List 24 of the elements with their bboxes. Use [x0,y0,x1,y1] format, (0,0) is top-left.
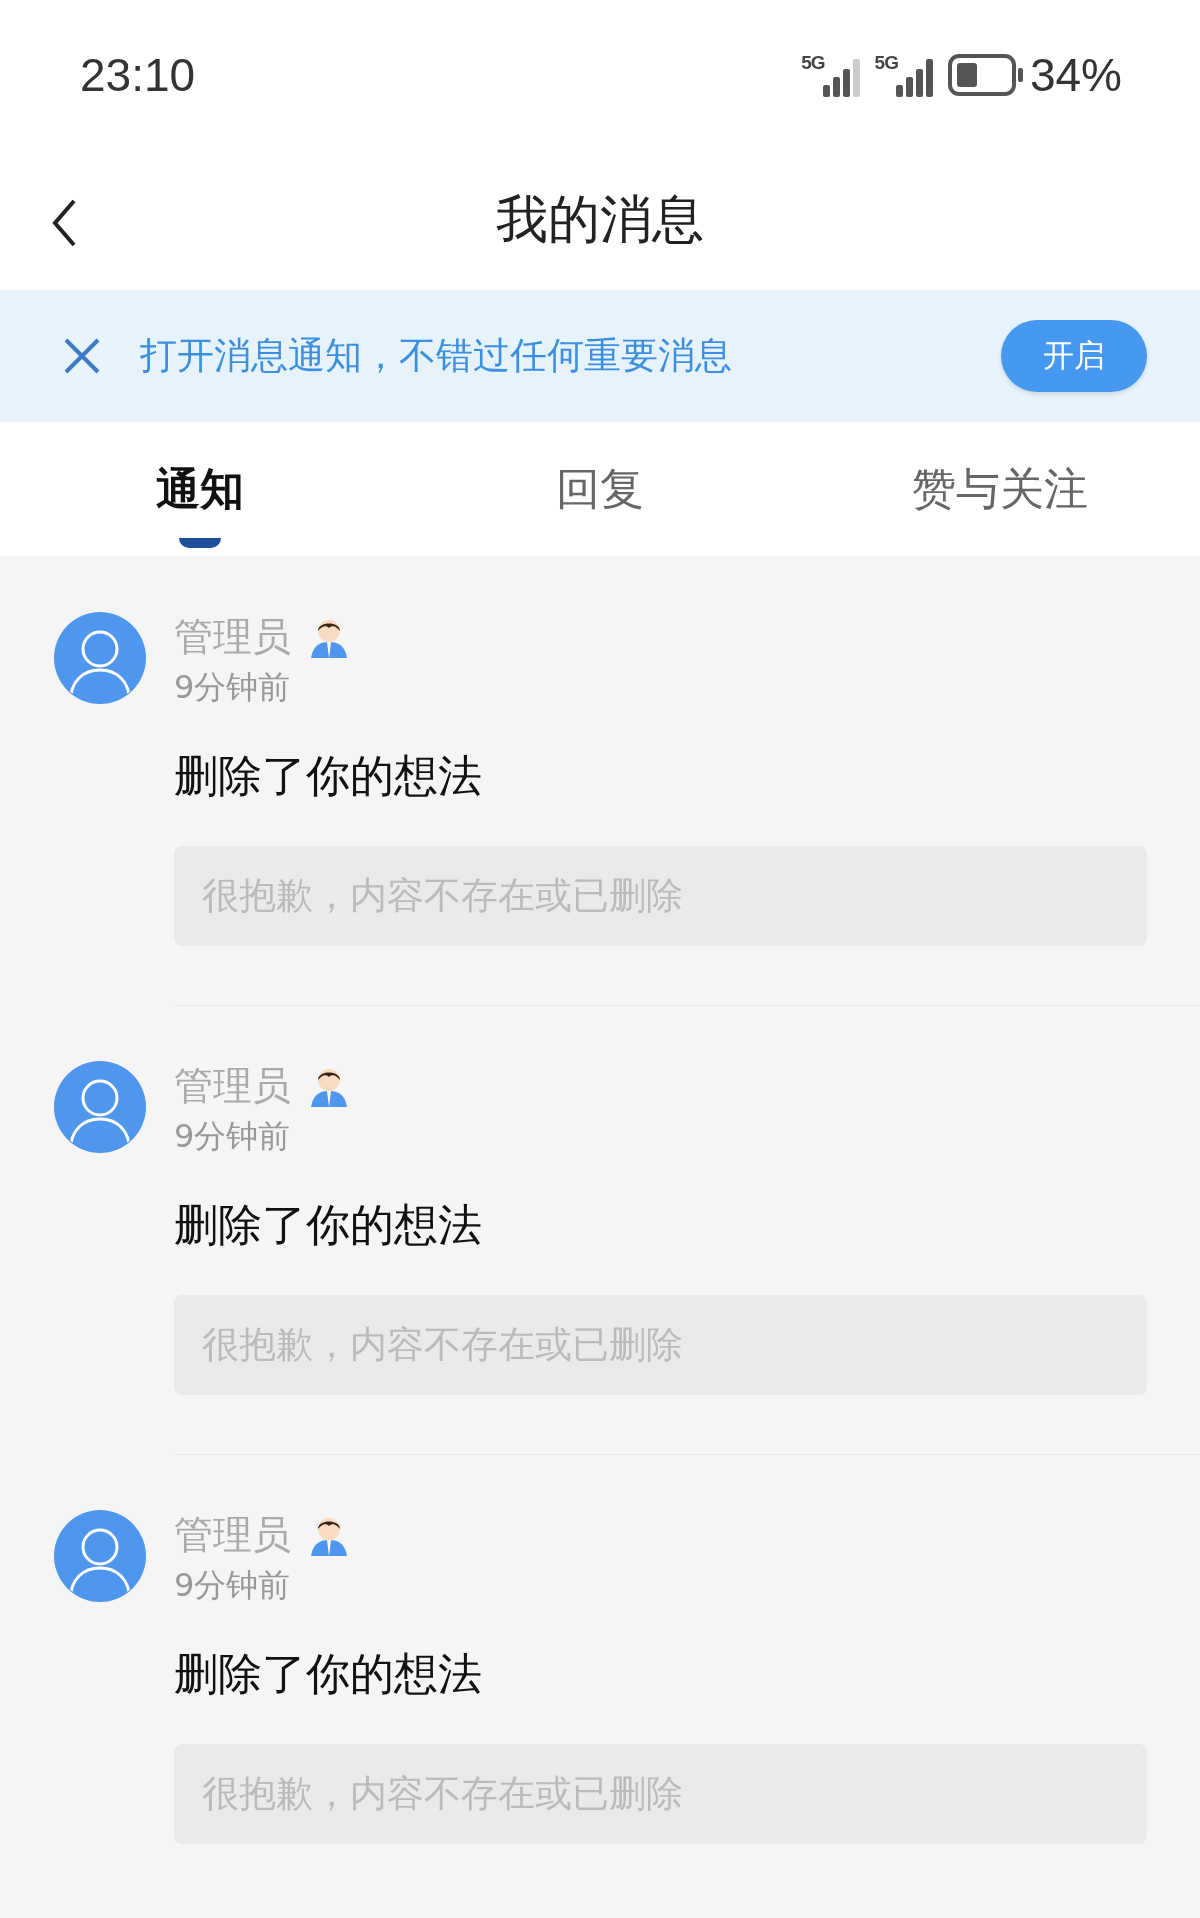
battery-icon [947,54,1024,96]
sender-name: 管理员 [174,613,291,661]
avatar-icon [54,612,146,704]
tab[interactable]: 回复 [400,422,800,556]
message-text: 删除了你的想法 [174,1647,483,1701]
avatar-icon [54,1061,146,1153]
sender-name: 管理员 [174,1062,291,1110]
tab[interactable]: 通知 [0,422,400,556]
sender-name: 管理员 [174,1511,291,1559]
status-time: 23:10 [80,48,197,102]
battery-percentage: 34% [1029,48,1122,102]
message-text: 删除了你的想法 [174,1198,483,1252]
close-button[interactable] [62,336,102,376]
tab-indicator [179,538,221,548]
message-time: 9分钟前 [174,667,292,708]
message-text: 删除了你的想法 [174,749,483,803]
tab[interactable]: 赞与关注 [800,422,1200,556]
avatar-icon [54,1510,146,1602]
message-time: 9分钟前 [174,1565,292,1606]
network-label: 5G [874,53,898,72]
message-time: 9分钟前 [174,1116,292,1157]
notice-text: 打开消息通知，不错过任何重要消息 [140,333,733,379]
page-title: 我的消息 [496,188,704,251]
network-label: 5G [801,53,825,72]
